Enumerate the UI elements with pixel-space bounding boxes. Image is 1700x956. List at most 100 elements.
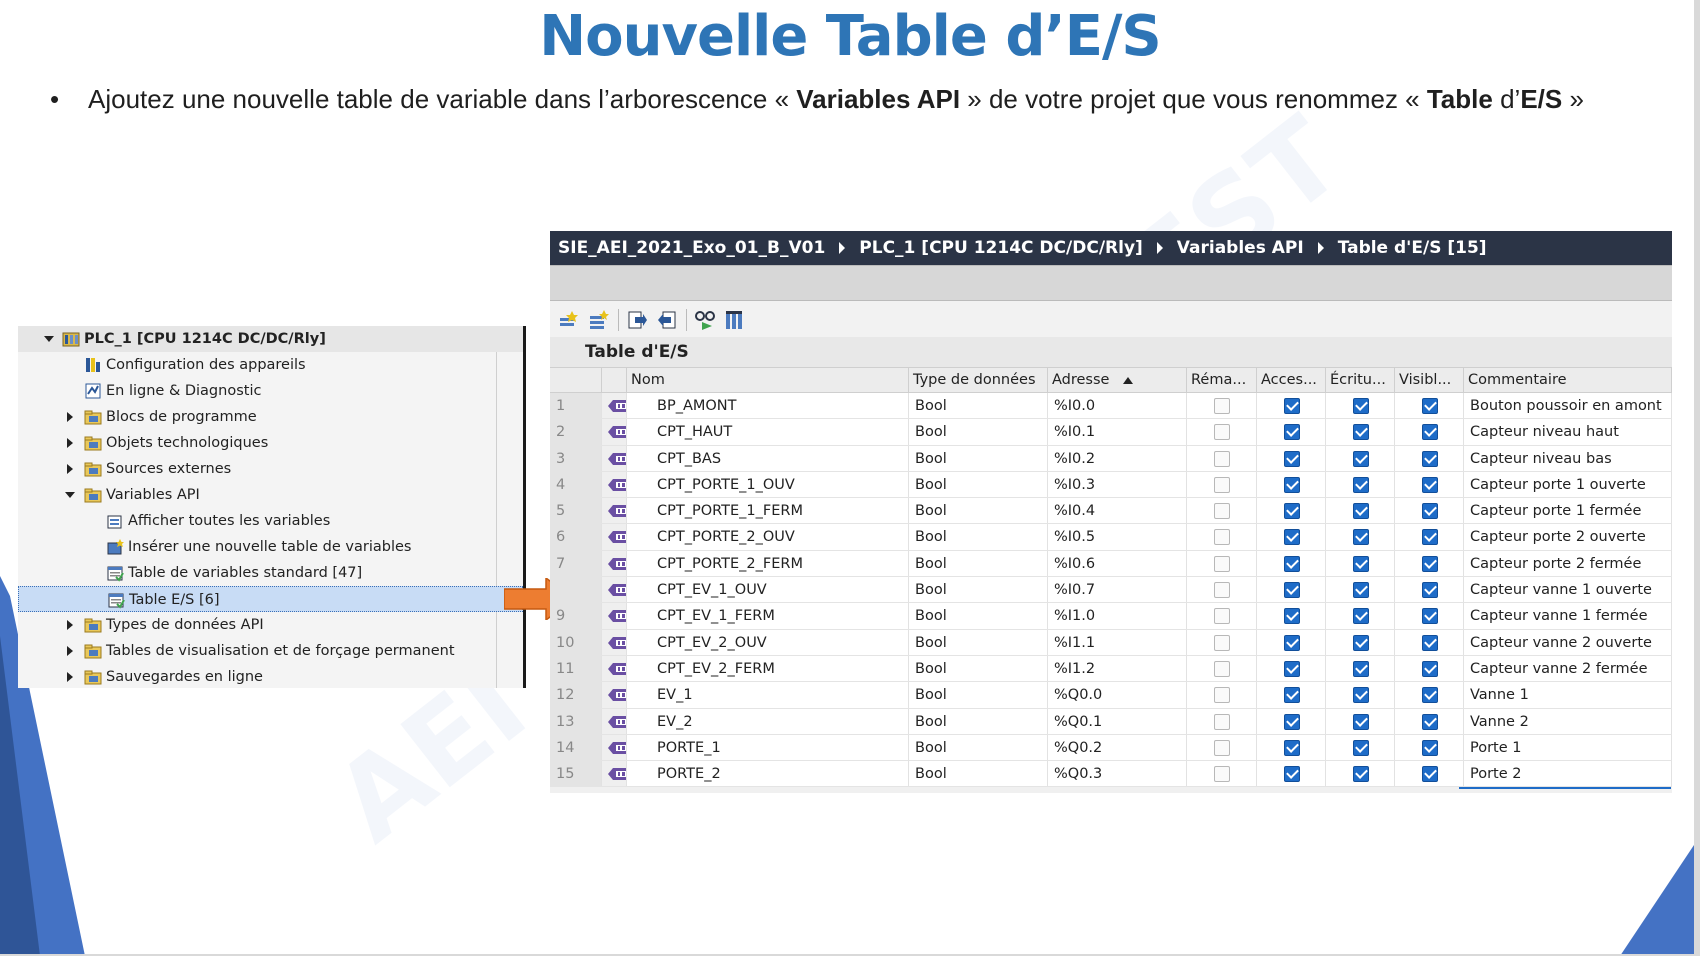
cell-type[interactable]: Bool (909, 734, 1048, 761)
cell-type[interactable]: Bool (909, 419, 1048, 445)
table-row[interactable]: 3 CPT_BAS Bool %I0.2 Capteur niveau bas (550, 445, 1672, 472)
checkbox-acces[interactable] (1284, 582, 1300, 599)
checkbox-acces[interactable] (1284, 476, 1300, 493)
table-row[interactable]: 11 CPT_EV_2_FERM Bool %I1.2 Capteur vanne 2 … (550, 655, 1672, 683)
checkbox-rema[interactable] (1214, 660, 1230, 677)
table-row[interactable]: 15 PORTE_2 Bool %Q0.3 Porte 2 (550, 761, 1672, 788)
checkbox-acces[interactable] (1284, 424, 1300, 441)
checkbox-visibl[interactable] (1422, 582, 1438, 599)
cell-nom[interactable]: EV_2 (627, 708, 909, 734)
checkbox-ecritu[interactable] (1353, 634, 1369, 651)
checkbox-ecritu[interactable] (1353, 555, 1369, 572)
cell-type[interactable]: Bool (909, 445, 1048, 471)
table-row[interactable]: 7 CPT_PORTE_2_FERM Bool %I0.6 Capteur porte … (550, 550, 1672, 578)
cell-nom[interactable]: CPT_EV_1_OUV (627, 577, 909, 603)
cell-nom[interactable]: CPT_EV_2_FERM (627, 655, 909, 682)
breadcrumb-table[interactable]: Table d'E/S [15] (1338, 238, 1487, 258)
cell-nom[interactable]: CPT_BAS (627, 445, 909, 471)
expand-right-icon[interactable] (67, 438, 73, 448)
breadcrumb-project[interactable]: SIE_AEI_2021_Exo_01_B_V01 (558, 238, 825, 258)
header-nom[interactable]: Nom (627, 368, 909, 392)
checkbox-acces[interactable] (1284, 398, 1300, 414)
cell-commentaire[interactable]: Porte 2 (1464, 761, 1672, 787)
header-remanence[interactable]: Réma... (1187, 368, 1257, 392)
cell-nom[interactable]: CPT_PORTE_1_FERM (627, 498, 909, 524)
cell-adresse[interactable]: %I0.4 (1048, 498, 1187, 524)
header-type[interactable]: Type de données (909, 368, 1048, 392)
cell-nom[interactable]: EV_1 (627, 682, 909, 708)
expand-right-icon[interactable] (67, 464, 73, 474)
cell-type[interactable]: Bool (909, 471, 1048, 498)
cell-adresse[interactable]: %I0.0 (1048, 393, 1187, 419)
cell-commentaire[interactable]: Capteur niveau bas (1464, 445, 1672, 471)
tree-item-plc[interactable]: PLC_1 [CPU 1214C DC/DC/Rly] (18, 326, 523, 352)
cell-type[interactable]: Bool (909, 550, 1048, 577)
tree-item[interactable]: Insérer une nouvelle table de variables (18, 534, 523, 560)
cell-commentaire[interactable]: Capteur porte 1 ouverte (1464, 471, 1672, 498)
checkbox-acces[interactable] (1284, 503, 1300, 520)
checkbox-rema[interactable] (1214, 739, 1230, 756)
table-row[interactable]: 4 CPT_PORTE_1_OUV Bool %I0.3 Capteur porte 1… (550, 471, 1672, 499)
checkbox-rema[interactable] (1214, 555, 1230, 572)
expand-down-icon[interactable] (65, 492, 75, 498)
table-row[interactable]: 10 CPT_EV_2_OUV Bool %I1.1 Capteur vanne 2 o… (550, 629, 1672, 656)
table-row[interactable]: CPT_EV_1_OUV Bool %I0.7 Capteur vanne 1 ouv… (550, 577, 1672, 604)
checkbox-ecritu[interactable] (1353, 739, 1369, 756)
cell-adresse[interactable]: %I0.3 (1048, 471, 1187, 498)
cell-adresse[interactable]: %Q0.1 (1048, 708, 1187, 734)
checkbox-visibl[interactable] (1422, 503, 1438, 520)
cell-nom[interactable]: PORTE_2 (627, 761, 909, 787)
table-row[interactable]: 14 PORTE_1 Bool %Q0.2 Porte 1 (550, 734, 1672, 762)
checkbox-visibl[interactable] (1422, 687, 1438, 704)
cell-adresse[interactable]: %Q0.3 (1048, 761, 1187, 787)
import-icon[interactable] (656, 309, 678, 331)
checkbox-rema[interactable] (1214, 398, 1230, 414)
cell-commentaire[interactable]: Capteur porte 1 fermée (1464, 498, 1672, 524)
table-row[interactable]: 1 BP_AMONT Bool %I0.0 Bouton poussoir en amo… (550, 393, 1672, 420)
cell-adresse[interactable]: %Q0.0 (1048, 682, 1187, 708)
cell-nom[interactable]: PORTE_1 (627, 734, 909, 761)
checkbox-visibl[interactable] (1422, 766, 1438, 783)
breadcrumb-variables[interactable]: Variables API (1177, 238, 1304, 258)
checkbox-ecritu[interactable] (1353, 608, 1369, 625)
checkbox-acces[interactable] (1284, 687, 1300, 704)
table-row[interactable]: 13 EV_2 Bool %Q0.1 Vanne 2 (550, 708, 1672, 735)
checkbox-acces[interactable] (1284, 450, 1300, 467)
cell-adresse[interactable]: %I1.1 (1048, 629, 1187, 655)
checkbox-ecritu[interactable] (1353, 450, 1369, 467)
cell-adresse[interactable]: %I0.5 (1048, 524, 1187, 550)
cell-commentaire[interactable]: Porte 1 (1464, 734, 1672, 761)
checkbox-ecritu[interactable] (1353, 476, 1369, 493)
checkbox-ecritu[interactable] (1353, 424, 1369, 441)
breadcrumb-plc[interactable]: PLC_1 [CPU 1214C DC/DC/Rly] (859, 238, 1143, 258)
expand-right-icon[interactable] (67, 620, 73, 630)
export-icon[interactable] (626, 309, 648, 331)
cell-nom[interactable]: CPT_PORTE_2_OUV (627, 524, 909, 550)
checkbox-ecritu[interactable] (1353, 660, 1369, 677)
checkbox-rema[interactable] (1214, 713, 1230, 730)
tree-item[interactable]: Variables API (18, 482, 523, 508)
header-accessible[interactable]: Acces... (1257, 368, 1326, 392)
tree-item[interactable]: Sauvegardes en ligne (18, 664, 523, 690)
all-columns-icon[interactable] (724, 309, 746, 331)
cell-adresse[interactable]: %I0.2 (1048, 445, 1187, 471)
cell-type[interactable]: Bool (909, 603, 1048, 629)
cell-nom[interactable]: CPT_PORTE_1_OUV (627, 471, 909, 498)
cell-type[interactable]: Bool (909, 682, 1048, 708)
checkbox-acces[interactable] (1284, 634, 1300, 651)
checkbox-ecritu[interactable] (1353, 713, 1369, 730)
table-row[interactable]: 6 CPT_PORTE_2_OUV Bool %I0.5 Capteur porte 2… (550, 524, 1672, 551)
tree-item[interactable]: Objets technologiques (18, 430, 523, 456)
checkbox-ecritu[interactable] (1353, 398, 1369, 414)
header-visible[interactable]: Visibl... (1395, 368, 1464, 392)
checkbox-rema[interactable] (1214, 634, 1230, 651)
checkbox-visibl[interactable] (1422, 634, 1438, 651)
checkbox-acces[interactable] (1284, 660, 1300, 677)
header-commentaire[interactable]: Commentaire (1464, 368, 1672, 392)
checkbox-ecritu[interactable] (1353, 766, 1369, 783)
cell-nom[interactable]: CPT_PORTE_2_FERM (627, 550, 909, 577)
tree-item[interactable]: Sources externes (18, 456, 523, 482)
checkbox-rema[interactable] (1214, 766, 1230, 783)
cell-nom[interactable]: CPT_HAUT (627, 419, 909, 445)
checkbox-acces[interactable] (1284, 555, 1300, 572)
